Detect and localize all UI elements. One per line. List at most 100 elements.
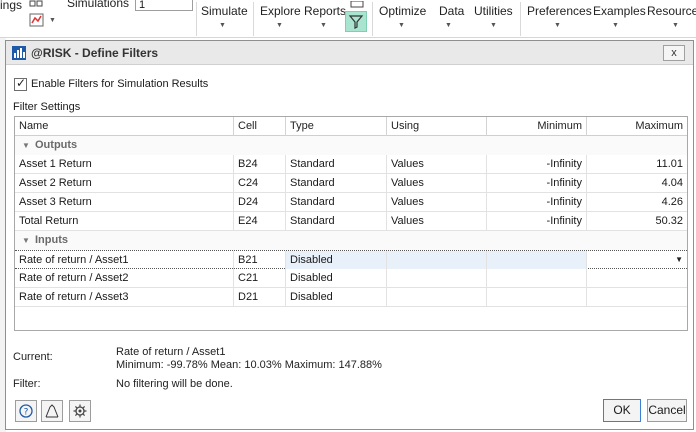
settings-icon (73, 404, 87, 418)
cell-reference: B21 (234, 251, 286, 269)
cell-reference: C21 (234, 269, 286, 287)
enable-filters-label: Enable Filters for Simulation Results (31, 78, 209, 90)
ribbon-partial-label: ings (0, 0, 23, 12)
ribbon-separator (372, 2, 373, 36)
enable-filters-checkbox[interactable]: ✓ (14, 76, 27, 91)
check-icon: ✓ (16, 76, 27, 90)
cell-maximum[interactable]: 4.04 (587, 174, 687, 192)
cell-maximum[interactable]: 11.01 (587, 155, 687, 173)
cell-name: Total Return (15, 212, 234, 230)
cell-type[interactable]: Standard (286, 193, 387, 211)
maximum-dropdown[interactable]: ▼ (587, 251, 687, 269)
table-row[interactable]: Rate of return / Asset2 C21 Disabled (15, 269, 687, 288)
chevron-down-icon: ▼ (219, 22, 226, 29)
ribbon-utilities[interactable]: Utilities (474, 4, 513, 18)
column-header-minimum[interactable]: Minimum (487, 117, 587, 136)
cell-maximum[interactable] (587, 269, 687, 287)
ribbon-chart-icon[interactable] (29, 12, 45, 28)
ok-button[interactable]: OK (603, 399, 641, 422)
cell-using[interactable]: Values (387, 174, 487, 192)
ribbon-reports[interactable]: Reports (304, 4, 346, 18)
cell-reference: D24 (234, 193, 286, 211)
column-header-using[interactable]: Using (387, 117, 487, 136)
ribbon-separator (196, 2, 197, 36)
cell-minimum[interactable] (487, 269, 587, 287)
cell-using[interactable] (387, 251, 487, 269)
ribbon-preferences[interactable]: Preferences (527, 4, 592, 18)
chevron-down-icon: ▼ (554, 22, 561, 29)
cell-minimum[interactable]: -Infinity (487, 155, 587, 173)
cell-minimum[interactable] (487, 251, 587, 269)
cell-maximum[interactable]: 50.32 (587, 212, 687, 230)
ribbon-explore[interactable]: Explore (260, 4, 301, 18)
cell-type[interactable]: Disabled (286, 251, 387, 269)
risk-app-icon (12, 46, 26, 60)
cell-name: Rate of return / Asset3 (15, 288, 234, 306)
dialog-titlebar[interactable]: @RISK - Define Filters x (6, 41, 693, 65)
settings-button[interactable] (69, 400, 91, 422)
table-row[interactable]: Rate of return / Asset3 D21 Disabled (15, 288, 687, 307)
cell-minimum[interactable]: -Infinity (487, 193, 587, 211)
group-row-outputs[interactable]: ▼ Outputs (15, 136, 687, 155)
chevron-down-icon: ▼ (49, 17, 56, 24)
cell-using[interactable]: Values (387, 193, 487, 211)
column-header-type[interactable]: Type (286, 117, 387, 136)
distribution-button[interactable] (41, 400, 63, 422)
cell-type[interactable]: Standard (286, 174, 387, 192)
grid-header: Name Cell Type Using Minimum Maximum (15, 117, 687, 136)
help-button[interactable]: ? (15, 400, 37, 422)
table-row-selected[interactable]: Rate of return / Asset1 B21 Disabled ▼ (15, 250, 687, 269)
chevron-down-icon: ▼ (445, 22, 452, 29)
ribbon-comment-icon[interactable] (350, 0, 364, 8)
ribbon-small-icon[interactable] (29, 0, 43, 10)
column-header-maximum[interactable]: Maximum (587, 117, 687, 136)
table-row[interactable]: Asset 2 Return C24 Standard Values -Infi… (15, 174, 687, 193)
filter-settings-label: Filter Settings (13, 101, 81, 113)
column-header-cell[interactable]: Cell (234, 117, 286, 136)
cell-minimum[interactable] (487, 288, 587, 306)
cell-name: Asset 1 Return (15, 155, 234, 173)
ribbon-optimize[interactable]: Optimize (379, 4, 426, 18)
cell-name: Asset 2 Return (15, 174, 234, 192)
collapse-icon[interactable]: ▼ (22, 136, 30, 155)
cell-name: Rate of return / Asset1 (15, 251, 234, 269)
cell-minimum[interactable]: -Infinity (487, 212, 587, 230)
cell-reference: B24 (234, 155, 286, 173)
filter-icon (348, 15, 364, 29)
current-stats: Minimum: -99.78% Mean: 10.03% Maximum: 1… (116, 359, 382, 371)
ribbon-examples[interactable]: Examples (593, 4, 646, 18)
cell-type[interactable]: Disabled (286, 269, 387, 287)
distribution-icon (45, 404, 59, 418)
column-header-name[interactable]: Name (15, 117, 234, 136)
simulations-input[interactable]: 1 (135, 0, 193, 11)
cell-using[interactable]: Values (387, 155, 487, 173)
filter-description: No filtering will be done. (116, 378, 233, 390)
collapse-icon[interactable]: ▼ (22, 231, 30, 250)
cell-using[interactable]: Values (387, 212, 487, 230)
cancel-button[interactable]: Cancel (647, 399, 687, 422)
cell-type[interactable]: Standard (286, 212, 387, 230)
cell-type[interactable]: Standard (286, 155, 387, 173)
group-label-inputs: Inputs (35, 234, 68, 246)
ribbon-data[interactable]: Data (439, 4, 464, 18)
cell-maximum[interactable] (587, 288, 687, 306)
cell-type[interactable]: Disabled (286, 288, 387, 306)
group-row-inputs[interactable]: ▼ Inputs (15, 231, 687, 250)
close-button[interactable]: x (663, 45, 685, 61)
help-icon: ? (19, 404, 33, 418)
cell-name: Asset 3 Return (15, 193, 234, 211)
cell-reference: C24 (234, 174, 286, 192)
table-row[interactable]: Asset 1 Return B24 Standard Values -Infi… (15, 155, 687, 174)
filter-button[interactable] (345, 11, 367, 32)
chevron-down-icon: ▼ (320, 22, 327, 29)
ribbon-simulate[interactable]: Simulate (201, 4, 248, 18)
group-label-outputs: Outputs (35, 139, 78, 151)
cell-using[interactable] (387, 269, 487, 287)
cell-minimum[interactable]: -Infinity (487, 174, 587, 192)
dropdown-arrow-icon[interactable]: ▼ (675, 251, 683, 269)
table-row[interactable]: Total Return E24 Standard Values -Infini… (15, 212, 687, 231)
ribbon-resources[interactable]: Resources (647, 4, 696, 18)
cell-using[interactable] (387, 288, 487, 306)
cell-maximum[interactable]: 4.26 (587, 193, 687, 211)
table-row[interactable]: Asset 3 Return D24 Standard Values -Infi… (15, 193, 687, 212)
